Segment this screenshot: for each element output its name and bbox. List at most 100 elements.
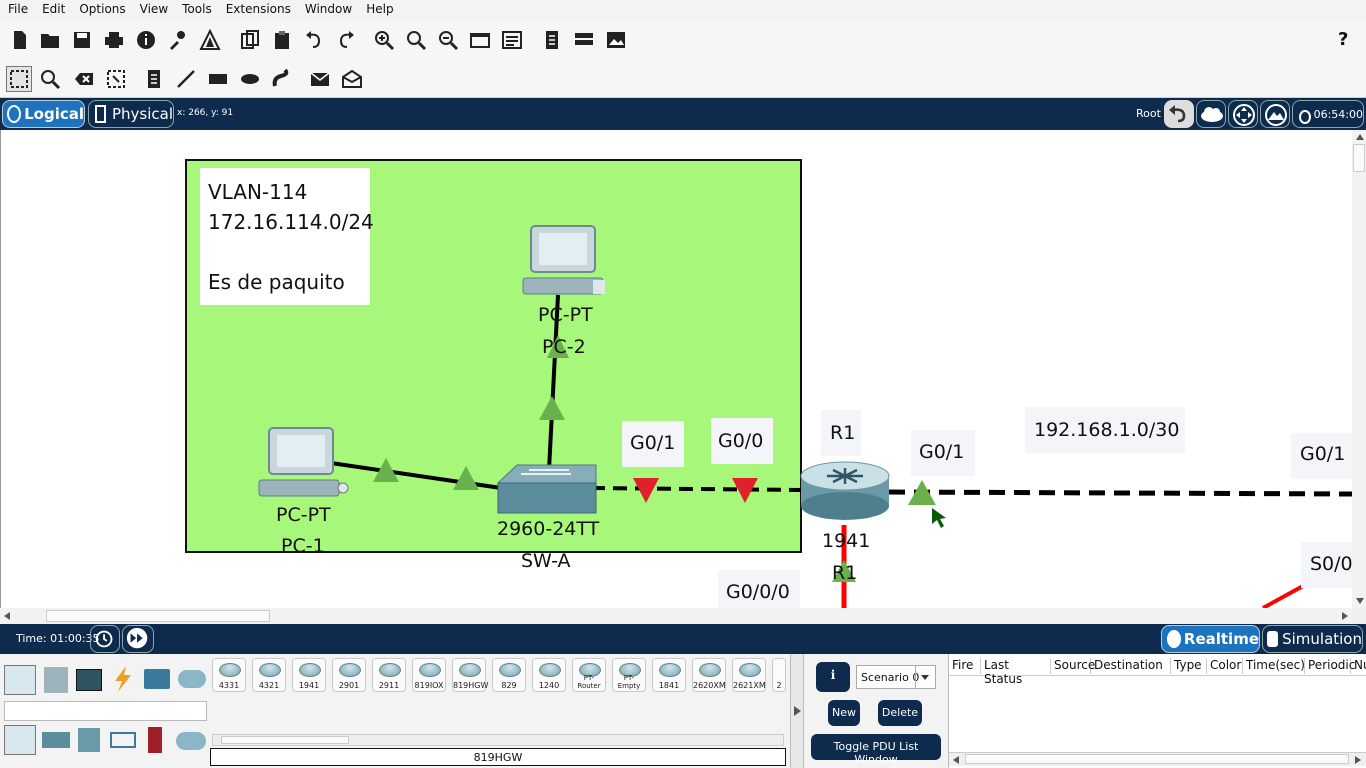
pdu-table-scrollbar[interactable]	[949, 752, 1366, 766]
menu-view[interactable]: View	[132, 0, 174, 20]
drawing-palette-icon[interactable]	[468, 28, 492, 52]
menu-edit[interactable]: Edit	[34, 0, 71, 20]
new-file-icon[interactable]	[8, 28, 32, 52]
print-icon[interactable]	[102, 28, 126, 52]
device-2620xm[interactable]: 2620XM	[692, 658, 726, 692]
category-misc-icon[interactable]	[144, 669, 170, 689]
activity-wizard-icon[interactable]	[198, 28, 222, 52]
col-color[interactable]: Color	[1207, 658, 1243, 674]
add-complex-pdu-icon[interactable]	[340, 67, 364, 91]
tab-logical[interactable]: Logical	[2, 100, 85, 128]
device-template-icon[interactable]	[572, 28, 596, 52]
menu-extensions[interactable]: Extensions	[218, 0, 297, 20]
device-pt-router[interactable]: PT-Router	[572, 658, 606, 692]
logical-workspace[interactable]: VLAN-114 172.16.114.0/24 Es de paquito P…	[0, 130, 1352, 608]
new-scenario-button[interactable]: New	[828, 700, 860, 726]
menu-options[interactable]: Options	[71, 0, 131, 20]
device-829[interactable]: 829	[492, 658, 526, 692]
category-multiuser-icon[interactable]	[178, 670, 206, 688]
subcategory-security-icon[interactable]	[148, 727, 162, 753]
zoom-in-icon[interactable]	[372, 28, 396, 52]
vertical-scrollbar[interactable]	[1352, 130, 1366, 608]
device-819hgw[interactable]: 819HGW	[452, 658, 488, 692]
subcategory-wireless-icon[interactable]	[110, 732, 136, 748]
notes-icon[interactable]	[540, 28, 564, 52]
cloud-icon[interactable]	[1196, 100, 1226, 128]
col-source[interactable]: Source	[1051, 658, 1095, 674]
device-pt-empty[interactable]: PT-Empty	[612, 658, 646, 692]
scroll-right-arrow-icon[interactable]	[1355, 756, 1361, 764]
undo-icon[interactable]	[302, 28, 326, 52]
redo-icon[interactable]	[334, 28, 358, 52]
resize-tool-icon[interactable]	[104, 67, 128, 91]
scroll-up-arrow-icon[interactable]	[1356, 134, 1364, 140]
col-fire[interactable]: Fire	[949, 658, 981, 674]
device-list-scrollbar[interactable]	[212, 734, 784, 746]
category-network-devices-icon[interactable]	[4, 665, 36, 695]
add-simple-pdu-icon[interactable]	[308, 67, 332, 91]
freeform-icon[interactable]	[270, 67, 294, 91]
clock-widget[interactable]: 06:54:00	[1292, 100, 1364, 128]
delete-scenario-button[interactable]: Delete	[878, 700, 922, 726]
draw-line-icon[interactable]	[174, 67, 198, 91]
device-2621xm[interactable]: 2621XM	[732, 658, 766, 692]
scroll-left-arrow-icon[interactable]	[953, 756, 959, 764]
back-to-root-icon[interactable]	[1164, 100, 1194, 128]
open-folder-icon[interactable]	[38, 28, 62, 52]
device-1240[interactable]: 1240	[532, 658, 566, 692]
paste-icon[interactable]	[270, 28, 294, 52]
draw-rectangle-icon[interactable]	[206, 67, 230, 91]
menu-file[interactable]: File	[0, 0, 34, 20]
category-connections-icon[interactable]	[110, 664, 136, 694]
device-4331[interactable]: 4331	[212, 658, 246, 692]
category-components-icon[interactable]	[76, 669, 102, 691]
col-num[interactable]: Num	[1351, 658, 1366, 674]
col-time[interactable]: Time(sec)	[1243, 658, 1305, 674]
realtime-mode-button[interactable]: Realtime	[1161, 625, 1260, 653]
info-icon[interactable]	[134, 28, 158, 52]
device-2901[interactable]: 2901	[332, 658, 366, 692]
device-search-input[interactable]	[4, 701, 207, 721]
subcategory-routers-icon[interactable]	[4, 725, 36, 755]
device-1941[interactable]: 1941	[292, 658, 326, 692]
help-button[interactable]: ?	[1338, 29, 1348, 50]
col-periodic[interactable]: Periodic	[1305, 658, 1355, 674]
screenshot-icon[interactable]	[604, 28, 628, 52]
expand-arrow-icon[interactable]	[794, 706, 801, 716]
col-type[interactable]: Type	[1171, 658, 1207, 674]
device-819iox[interactable]: 819IOX	[412, 658, 446, 692]
scroll-left-arrow-icon[interactable]	[4, 612, 10, 620]
custom-devices-icon[interactable]	[500, 28, 524, 52]
inspect-tool-icon[interactable]	[38, 67, 62, 91]
network-wizard-icon[interactable]	[166, 28, 190, 52]
draw-ellipse-icon[interactable]	[238, 67, 262, 91]
delete-tool-icon[interactable]	[72, 67, 96, 91]
horizontal-scroll-thumb[interactable]	[46, 610, 270, 622]
scenario-info-button[interactable]: i	[816, 662, 850, 692]
menu-tools[interactable]: Tools	[174, 0, 218, 20]
menu-help[interactable]: Help	[358, 0, 399, 20]
subcategory-hubs-icon[interactable]	[78, 728, 100, 752]
vertical-scroll-thumb[interactable]	[1353, 144, 1365, 172]
horizontal-scrollbar[interactable]	[0, 608, 1352, 624]
device-4321[interactable]: 4321	[252, 658, 286, 692]
move-object-icon[interactable]	[1228, 100, 1258, 128]
toggle-pdu-list-button[interactable]: Toggle PDU List Window	[811, 734, 941, 766]
simulation-mode-button[interactable]: Simulation	[1262, 625, 1363, 653]
power-cycle-icon[interactable]	[90, 625, 120, 653]
subcategory-wan-emulation-icon[interactable]	[176, 732, 206, 750]
panel-splitter[interactable]	[790, 654, 804, 768]
tab-physical[interactable]: Physical	[88, 100, 174, 128]
zoom-reset-icon[interactable]	[404, 28, 428, 52]
scenario-select[interactable]: Scenario 0	[856, 665, 936, 689]
background-image-icon[interactable]	[1260, 100, 1290, 128]
menu-window[interactable]: Window	[297, 0, 358, 20]
place-note-icon[interactable]	[142, 67, 166, 91]
pdu-scroll-thumb[interactable]	[965, 754, 1349, 764]
category-end-devices-icon[interactable]	[44, 667, 68, 693]
select-tool-icon[interactable]	[6, 66, 32, 92]
device-partial[interactable]: 2	[772, 658, 786, 692]
scroll-right-arrow-icon[interactable]	[1342, 612, 1348, 620]
col-destination[interactable]: Destination	[1091, 658, 1171, 674]
scroll-down-arrow-icon[interactable]	[1356, 598, 1364, 604]
